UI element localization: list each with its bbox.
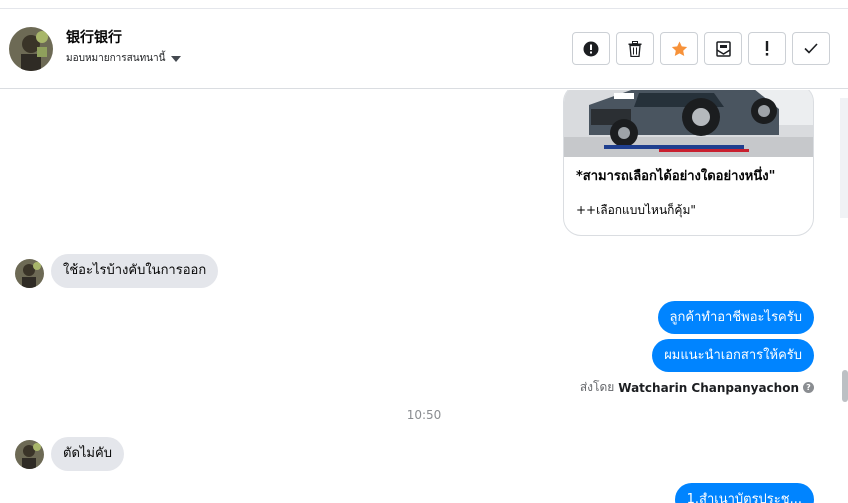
mark-unread-button[interactable]	[704, 32, 742, 65]
done-button[interactable]	[792, 32, 830, 65]
sender-avatar[interactable]	[15, 259, 44, 288]
star-icon	[671, 41, 687, 56]
outgoing-message[interactable]: ลูกค้าทำอาชีพอะไรครับ	[657, 301, 814, 334]
message-thread[interactable]: *สามารถเลือกได้อย่างใดอย่างหนึ่ง" ++เลือ…	[0, 90, 848, 503]
check-icon	[804, 43, 818, 54]
truck-image	[564, 90, 813, 157]
outgoing-message[interactable]: ผมแนะนำเอกสารให้ครับ	[652, 339, 814, 372]
sender-avatar[interactable]	[15, 440, 44, 469]
mark-unread-icon	[715, 40, 731, 57]
trash-icon	[628, 40, 642, 57]
assign-conversation-dropdown[interactable]: มอบหมายการสนทนานี้	[66, 51, 182, 66]
delete-button[interactable]	[616, 32, 654, 65]
exclamation-icon	[765, 41, 769, 56]
incoming-message[interactable]: ใช้อะไรบ้างคับในการออก	[51, 254, 219, 288]
assign-label: มอบหมายการสนทนานี้	[66, 53, 166, 64]
sent-by-prefix: ส่งโดย	[579, 380, 615, 394]
spam-button[interactable]	[572, 32, 610, 65]
help-icon[interactable]: ?	[803, 382, 814, 393]
sent-by-label: ส่งโดย Watcharin Chanpanyachon ?	[580, 378, 814, 397]
side-panel-edge	[840, 98, 848, 218]
conversation-actions	[572, 32, 830, 65]
incoming-message[interactable]: ตัดไม่คับ	[51, 437, 124, 471]
promo-card[interactable]: *สามารถเลือกได้อย่างใดอย่างหนึ่ง" ++เลือ…	[563, 90, 814, 236]
caret-down-icon	[171, 55, 182, 62]
star-button[interactable]	[660, 32, 698, 65]
card-description: ++เลือกแบบไหนก็คุ้ม"	[576, 203, 696, 217]
card-title: *สามารถเลือกได้อย่างใดอย่างหนึ่ง"	[576, 169, 776, 184]
follow-up-button[interactable]	[748, 32, 786, 65]
contact-avatar[interactable]	[9, 27, 53, 71]
conversation-header: 银行银行 มอบหมายการสนทนานี้	[0, 9, 848, 89]
thread-scrollbar[interactable]	[842, 370, 848, 402]
alert-circle-icon	[583, 41, 599, 56]
contact-name[interactable]: 银行银行	[66, 27, 122, 47]
outgoing-message[interactable]: 1.สำเนาบัตรประช...	[674, 483, 814, 503]
top-strip	[0, 0, 848, 9]
message-timestamp: 10:50	[406, 408, 442, 422]
sent-by-name: Watcharin Chanpanyachon	[618, 380, 799, 395]
